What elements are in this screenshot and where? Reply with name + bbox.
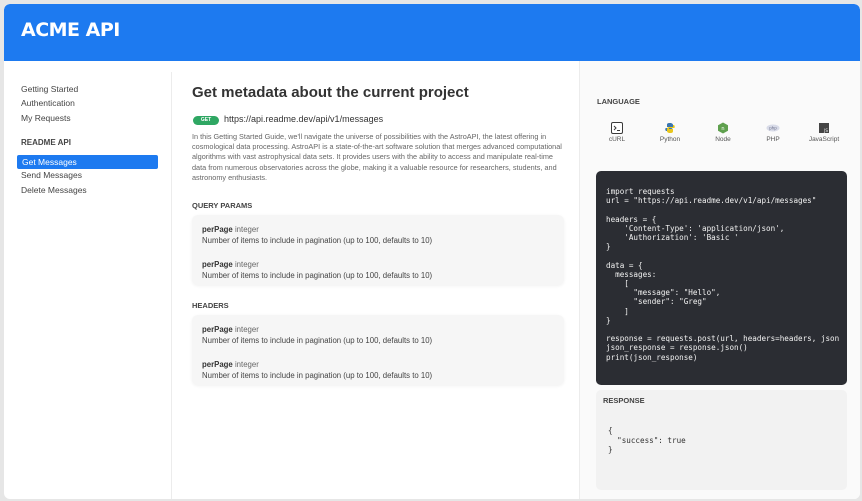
- param-type: integer: [234, 325, 259, 334]
- python-icon: [664, 121, 676, 133]
- param-description: Number of items to include in pagination…: [202, 336, 433, 345]
- page-title: Get metadata about the current project: [192, 84, 469, 101]
- code-sample-block[interactable]: import requests url = "https://api.readm…: [596, 171, 847, 385]
- response-text: { "success": true }: [608, 426, 686, 455]
- header-item: perPage integer Number of items to inclu…: [202, 324, 432, 346]
- response-heading: RESPONSE: [603, 396, 645, 405]
- param-item: perPage integer Number of items to inclu…: [202, 224, 432, 246]
- param-type: integer: [234, 225, 259, 234]
- sidebar-item-my-requests[interactable]: My Requests: [21, 112, 71, 125]
- terminal-icon: [611, 121, 623, 134]
- intro-paragraph: In this Getting Started Guide, we'll nav…: [192, 132, 562, 182]
- language-label: Node: [715, 136, 731, 143]
- language-php[interactable]: php PHP: [748, 121, 798, 143]
- language-label: Python: [659, 136, 681, 143]
- param-description: Number of items to include in pagination…: [202, 271, 433, 280]
- query-params-box: perPage integer Number of items to inclu…: [192, 215, 564, 285]
- param-type: integer: [234, 260, 259, 269]
- param-name: perPage: [202, 225, 233, 234]
- sidebar: Getting Started Authentication My Reques…: [4, 72, 172, 499]
- endpoint-url: https://api.readme.dev/api/v1/messages: [224, 114, 384, 124]
- sidebar-item-delete-messages[interactable]: Delete Messages: [21, 184, 87, 197]
- param-name: perPage: [202, 360, 233, 369]
- app-window: ACME API Getting Started Authentication …: [4, 4, 860, 499]
- response-block: RESPONSE { "success": true }: [596, 390, 847, 490]
- sidebar-item-authentication[interactable]: Authentication: [21, 97, 75, 110]
- sidebar-item-get-messages[interactable]: Get Messages: [17, 155, 158, 169]
- language-label: JavaScript: [808, 136, 840, 143]
- param-type: integer: [234, 360, 259, 369]
- javascript-icon: JS: [818, 121, 830, 133]
- sidebar-item-send-messages[interactable]: Send Messages: [21, 169, 82, 182]
- sidebar-item-label: Get Messages: [22, 157, 77, 167]
- param-item: perPage integer Number of items to inclu…: [202, 259, 432, 281]
- param-description: Number of items to include in pagination…: [202, 371, 433, 380]
- sidebar-section-title: README API: [21, 138, 71, 147]
- method-badge: GET: [193, 116, 219, 125]
- code-panel: LANGUAGE cURL Python n Node php PHP JS J…: [579, 61, 860, 499]
- param-description: Number of items to include in pagination…: [202, 236, 433, 245]
- code-sample-text: import requests url = "https://api.readm…: [606, 187, 840, 362]
- logo[interactable]: ACME API: [21, 19, 120, 41]
- param-name: perPage: [202, 260, 233, 269]
- language-label: cURL: [608, 136, 626, 143]
- headers-box: perPage integer Number of items to inclu…: [192, 315, 564, 385]
- svg-text:php: php: [769, 126, 777, 131]
- node-icon: n: [717, 121, 729, 134]
- language-label: PHP: [766, 136, 780, 143]
- param-name: perPage: [202, 325, 233, 334]
- svg-text:n: n: [721, 126, 724, 132]
- language-node[interactable]: n Node: [698, 121, 748, 143]
- language-python[interactable]: Python: [645, 121, 695, 143]
- php-icon: php: [766, 121, 780, 133]
- top-header: ACME API: [4, 4, 860, 61]
- svg-text:JS: JS: [823, 128, 828, 133]
- sidebar-item-getting-started[interactable]: Getting Started: [21, 83, 78, 96]
- query-params-heading: QUERY PARAMS: [192, 201, 253, 210]
- main-content: Get metadata about the current project G…: [174, 61, 576, 499]
- headers-heading: HEADERS: [192, 301, 229, 310]
- header-item: perPage integer Number of items to inclu…: [202, 359, 432, 381]
- language-javascript[interactable]: JS JavaScript: [799, 121, 849, 143]
- language-curl[interactable]: cURL: [592, 121, 642, 143]
- language-heading: LANGUAGE: [597, 97, 640, 106]
